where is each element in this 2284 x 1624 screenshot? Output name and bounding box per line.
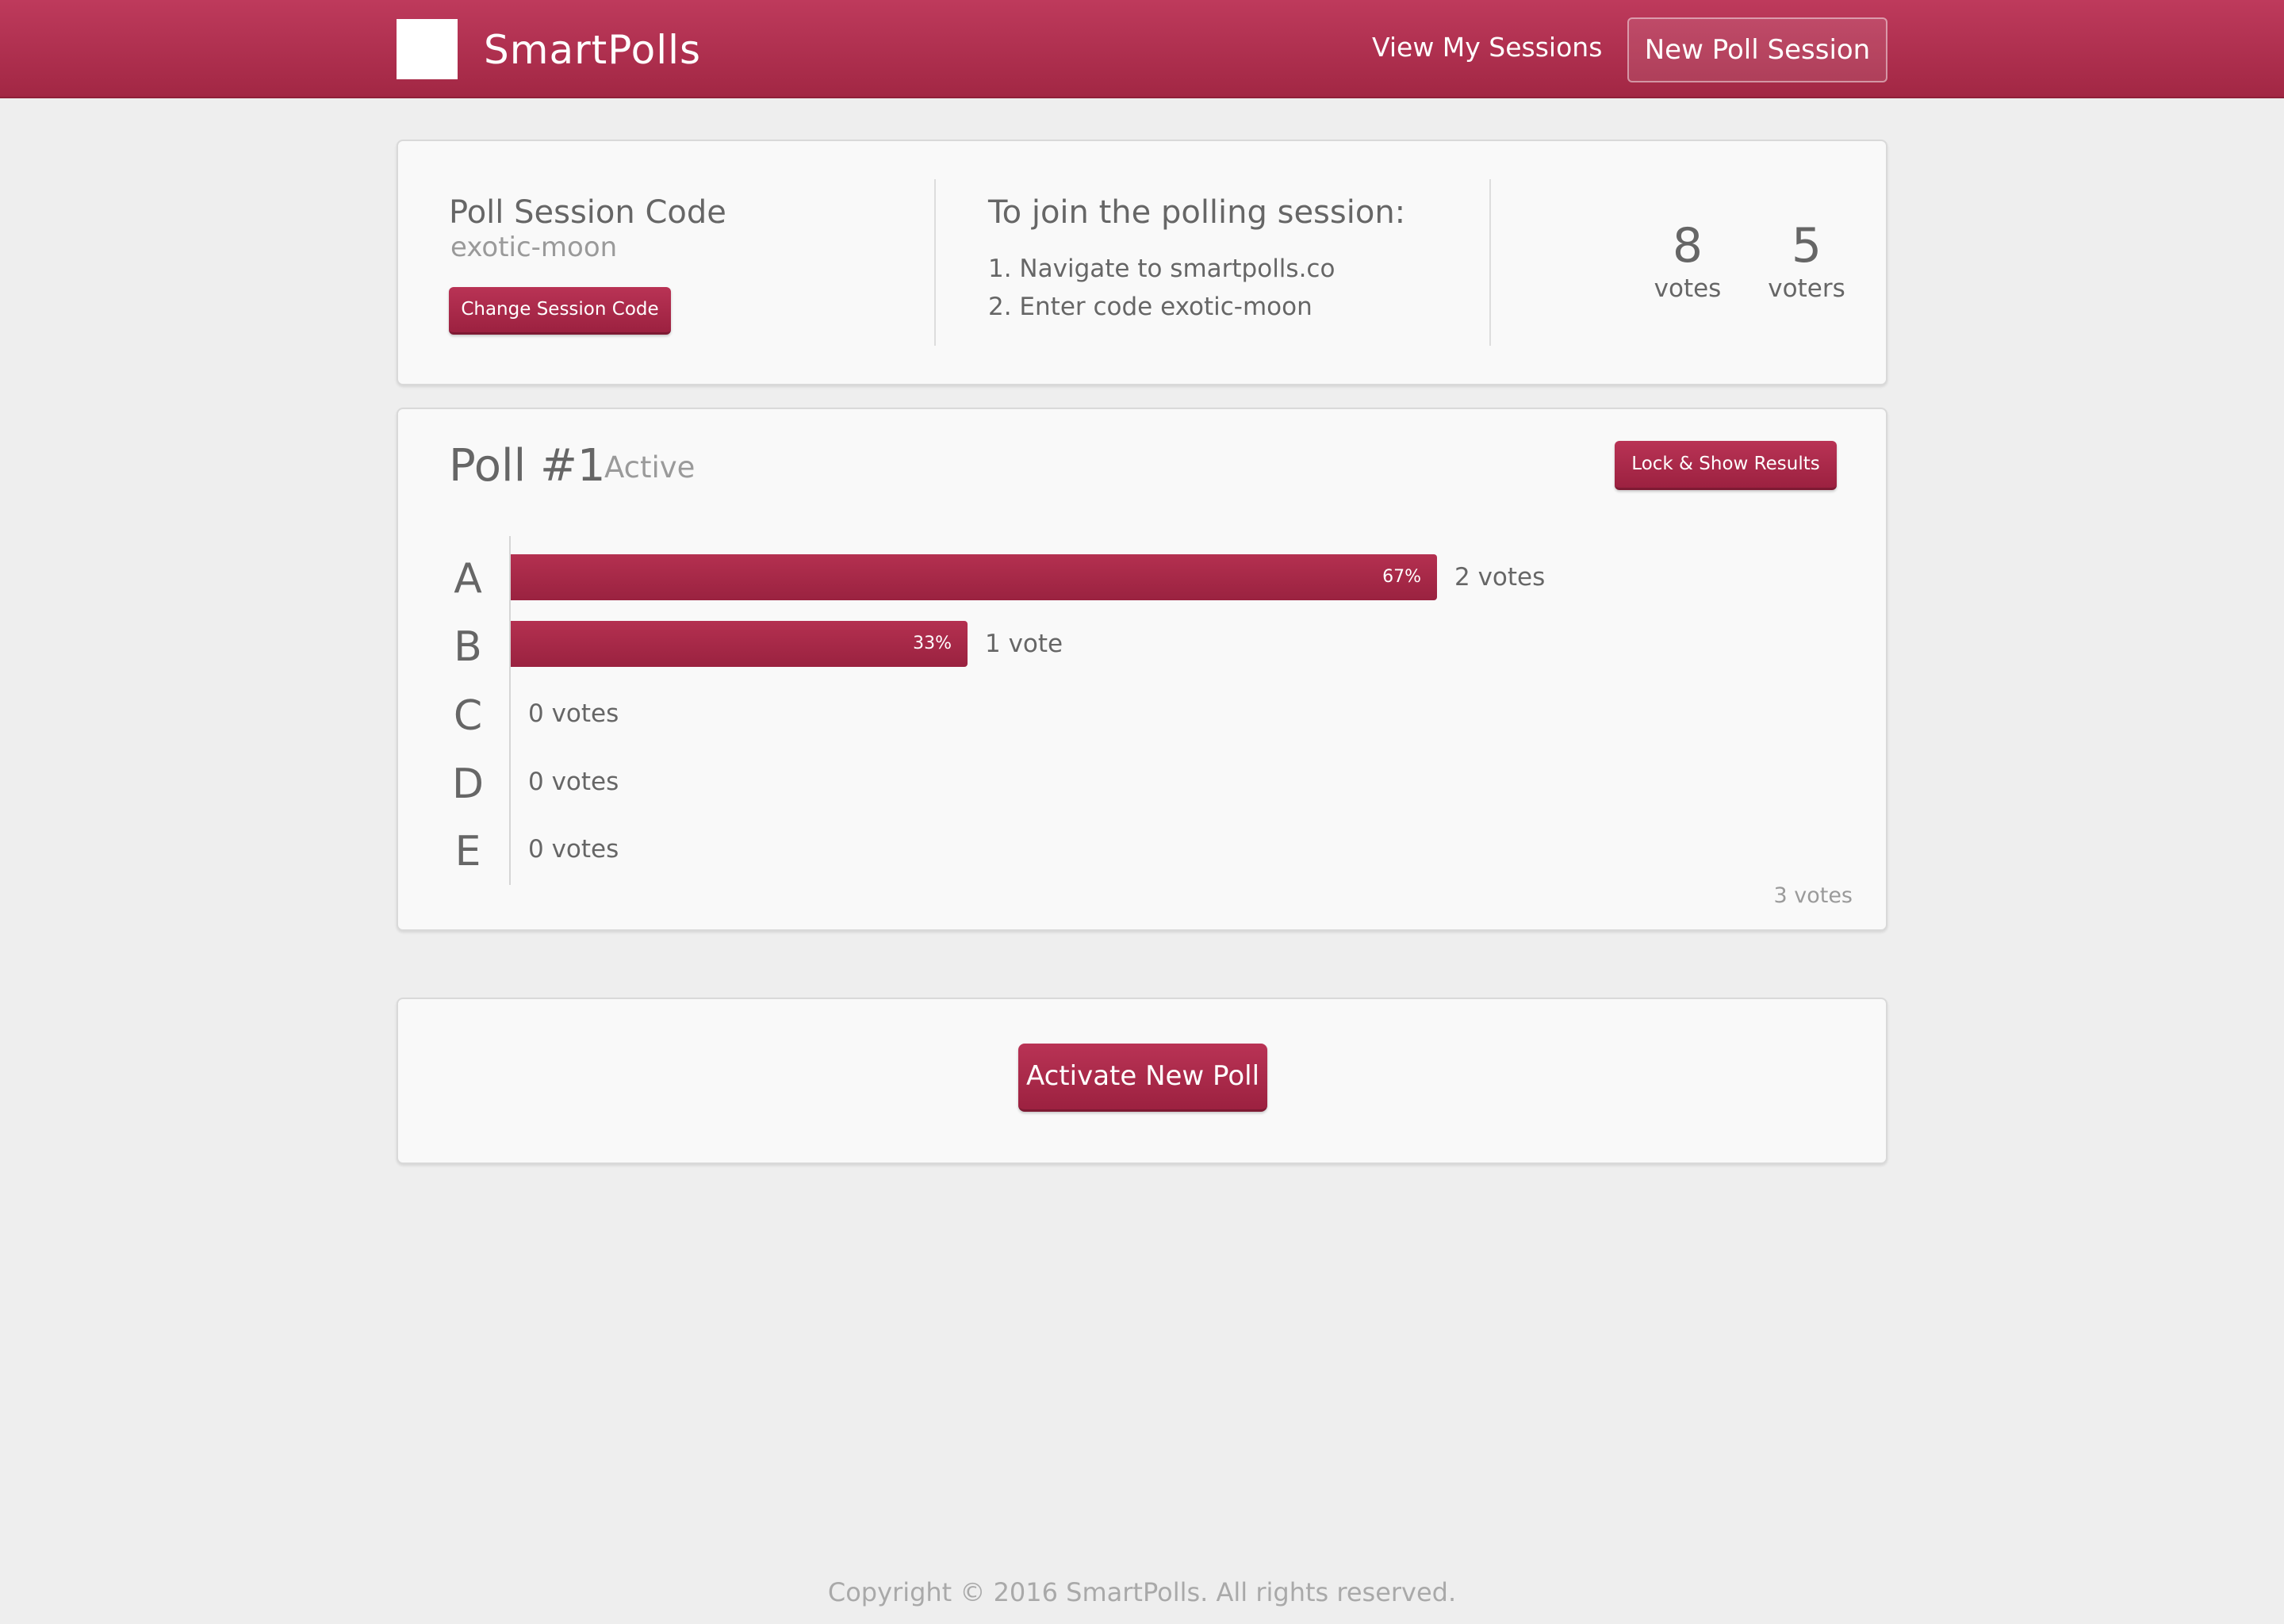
option-letter-c: C [453,692,483,740]
voters-count: 5 [1791,218,1822,274]
change-session-code-button[interactable]: Change Session Code [449,287,671,335]
new-poll-session-button[interactable]: New Poll Session [1627,17,1887,82]
option-letter-e: E [454,828,481,875]
vote-count-d: 0 votes [528,768,619,796]
join-instructions-title: To join the polling session: [988,194,1406,231]
session-code-value: exotic-moon [450,232,618,263]
option-letter-d: D [451,760,485,808]
divider [934,179,936,346]
divider [1489,179,1491,346]
session-code-title: Poll Session Code [449,194,726,231]
vote-count-c: 0 votes [528,699,619,728]
poll-status-badge: Active [604,450,696,485]
view-my-sessions-link[interactable]: View My Sessions [1372,30,1602,65]
vote-count-e: 0 votes [528,835,619,864]
poll-card: Poll #1 Active Lock & Show Results A 67%… [397,408,1887,931]
option-letter-b: B [454,623,482,671]
result-bar-percent: 67% [1382,567,1421,587]
top-navbar: SmartPolls View My Sessions New Poll Ses… [0,0,2284,98]
poll-title: Poll #1 [449,440,606,492]
votes-label: votes [1654,274,1722,303]
result-bar-a: 67% [511,554,1437,600]
total-votes-label: 3 votes [1773,883,1853,908]
join-step-2: 2. Enter code exotic-moon [988,293,1313,321]
footer-copyright: Copyright © 2016 SmartPolls. All rights … [827,1577,1457,1607]
join-step-1: 1. Navigate to smartpolls.co [988,255,1336,283]
activate-poll-card: Activate New Poll [397,998,1887,1164]
vote-count-a: 2 votes [1454,563,1546,592]
activate-new-poll-button[interactable]: Activate New Poll [1018,1044,1267,1112]
lock-show-results-button[interactable]: Lock & Show Results [1615,441,1837,490]
voters-label: voters [1768,274,1845,303]
result-bar-percent: 33% [913,634,952,653]
votes-count: 8 [1672,218,1703,274]
logo-icon[interactable] [397,19,458,79]
vote-count-b: 1 vote [985,630,1063,658]
result-bar-b: 33% [511,621,968,667]
brand-name[interactable]: SmartPolls [484,24,701,76]
session-card: Poll Session Code exotic-moon Change Ses… [397,140,1887,385]
option-letter-a: A [454,555,482,603]
